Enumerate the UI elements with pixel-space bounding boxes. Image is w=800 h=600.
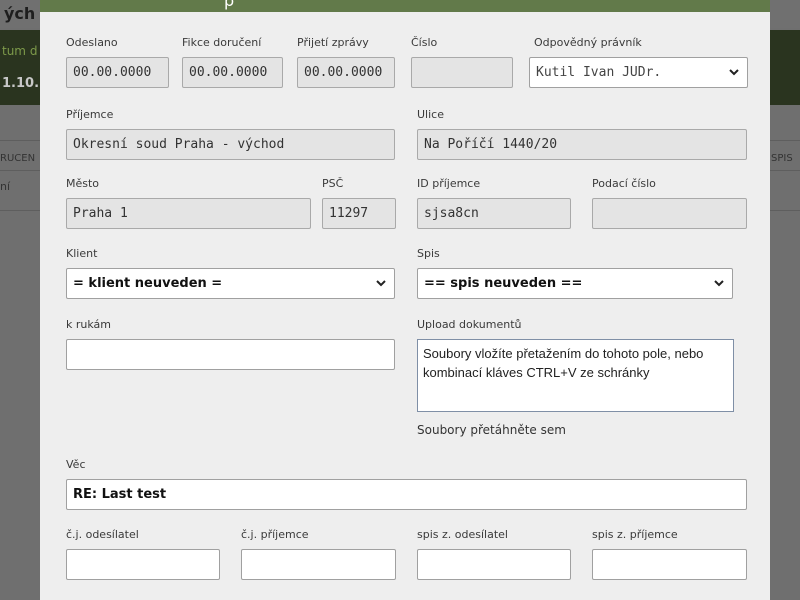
podaci-cislo-field[interactable] — [592, 198, 747, 229]
klient-select-value: = klient neuveden = — [73, 276, 223, 291]
spis-select-value: == spis neuveden == — [424, 276, 583, 291]
prijeti-label: Přijetí zprávy — [297, 36, 369, 49]
klient-select[interactable]: = klient neuveden = — [66, 268, 395, 299]
modal-title-fragment: p — [224, 0, 235, 10]
spis-prijemce-label: spis z. příjemce — [592, 528, 678, 541]
cislo-field[interactable] — [411, 57, 513, 88]
upload-hint: Soubory přetáhněte sem — [417, 423, 566, 437]
fikce-doruceni-field[interactable]: 00.00.0000 — [182, 57, 283, 88]
background-table-header: RUČEN — [0, 153, 36, 164]
chevron-down-icon — [729, 69, 739, 76]
background-page-title: ých d — [0, 0, 44, 28]
odeslano-date-field[interactable]: 00.00.0000 — [66, 57, 169, 88]
fikce-label: Fikce doručení — [182, 36, 262, 49]
ulice-label: Ulice — [417, 108, 444, 121]
pravnik-label: Odpovědný právník — [534, 36, 642, 49]
background-table-cell: ní — [0, 180, 11, 193]
spis-prijemce-field[interactable] — [592, 549, 747, 580]
mesto-field[interactable]: Praha 1 — [66, 198, 311, 229]
id-prijemce-field[interactable]: sjsa8cn — [417, 198, 571, 229]
prijeti-zpravy-field[interactable]: 00.00.0000 — [297, 57, 395, 88]
pravnik-select[interactable]: Kutil Ivan JUDr. — [529, 57, 748, 88]
background-filter-value: 1.10.2 — [2, 76, 38, 91]
k-rukam-label: k rukám — [66, 318, 111, 331]
klient-label: Klient — [66, 247, 98, 260]
cislo-label: Číslo — [411, 36, 438, 49]
psc-field[interactable]: 11297 — [322, 198, 396, 229]
background-filter-label: tum do — [2, 44, 38, 58]
psc-label: PSČ — [322, 177, 344, 190]
vec-field[interactable]: RE: Last test — [66, 479, 747, 510]
prijemce-field[interactable]: Okresní soud Praha - východ — [66, 129, 395, 160]
cj-odesilatel-label: č.j. odesílatel — [66, 528, 139, 541]
chevron-down-icon — [714, 280, 724, 287]
upload-label: Upload dokumentů — [417, 318, 522, 331]
cj-odesilatel-field[interactable] — [66, 549, 220, 580]
vec-label: Věc — [66, 458, 86, 471]
pravnik-select-value: Kutil Ivan JUDr. — [536, 65, 662, 80]
odeslano-label: Odeslano — [66, 36, 118, 49]
upload-dropzone[interactable]: Soubory vložíte přetažením do tohoto pol… — [417, 339, 734, 412]
prijemce-label: Příjemce — [66, 108, 114, 121]
podaci-cislo-label: Podací číslo — [592, 177, 656, 190]
chevron-down-icon — [376, 280, 386, 287]
spis-select[interactable]: == spis neuveden == — [417, 268, 733, 299]
spis-odesilatel-field[interactable] — [417, 549, 571, 580]
spis-label: Spis — [417, 247, 440, 260]
mesto-label: Město — [66, 177, 100, 190]
modal-header: p — [40, 0, 770, 12]
id-prijemce-label: ID příjemce — [417, 177, 481, 190]
k-rukam-field[interactable] — [66, 339, 395, 370]
background-table-header: SPIS — [771, 153, 793, 164]
spis-odesilatel-label: spis z. odesílatel — [417, 528, 508, 541]
cj-prijemce-field[interactable] — [241, 549, 396, 580]
cj-prijemce-label: č.j. příjemce — [241, 528, 309, 541]
send-document-modal: p Odeslano 00.00.0000 Fikce doručení 00.… — [40, 0, 770, 600]
ulice-field[interactable]: Na Poříčí 1440/20 — [417, 129, 747, 160]
